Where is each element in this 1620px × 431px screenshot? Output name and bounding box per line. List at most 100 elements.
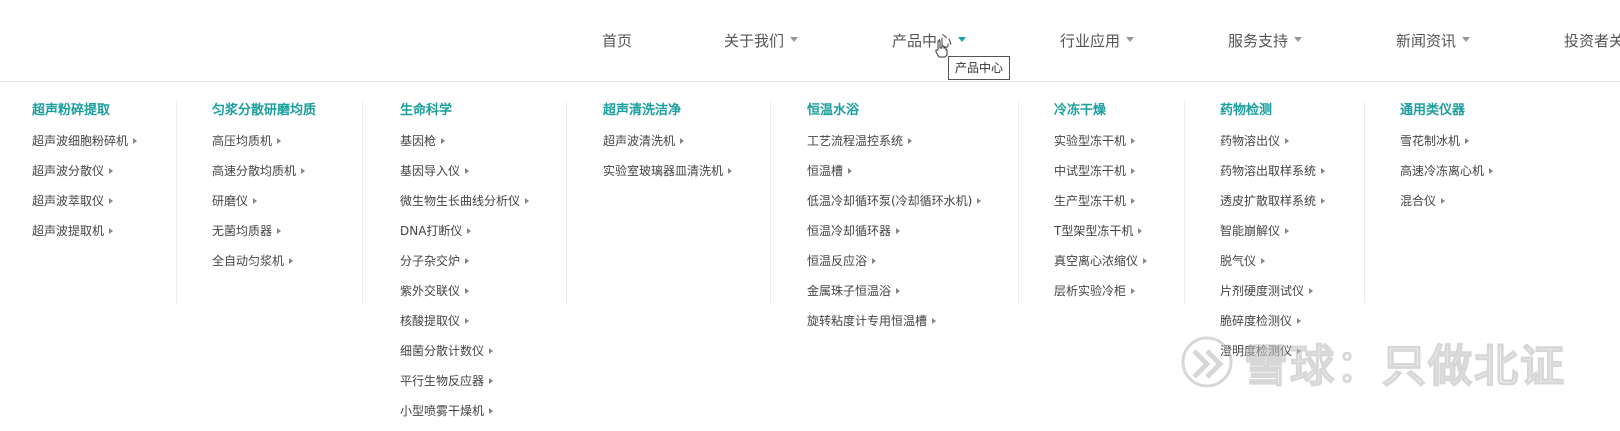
chevron-right-icon — [1321, 197, 1326, 204]
menu-link[interactable]: 恒温冷却循环器 — [807, 221, 1010, 251]
menu-link[interactable]: 基因导入仪 — [400, 161, 562, 191]
menu-column: 药物检测 药物溶出仪 药物溶出取样系统 透皮扩散取样系统 智能崩解仪 脱气仪 片… — [1184, 101, 1360, 371]
menu-link[interactable]: 工艺流程温控系统 — [807, 131, 1010, 161]
menu-link[interactable]: 低温冷却循环泵(冷却循环水机) — [807, 191, 1010, 221]
column-list: 高压均质机 高速分散均质机 研磨仪 无菌均质器 全自动匀浆机 — [212, 131, 356, 281]
menu-link[interactable]: 超声波细胞粉碎机 — [32, 131, 138, 161]
column-title[interactable]: 生命科学 — [400, 101, 562, 121]
column-list: 超声波细胞粉碎机 超声波分散仪 超声波萃取仪 超声波提取机 — [32, 131, 138, 251]
products-mega-menu: 超声粉碎提取 超声波细胞粉碎机 超声波分散仪 超声波萃取仪 超声波提取机 匀浆分… — [0, 83, 1620, 418]
column-title[interactable]: 超声粉碎提取 — [32, 101, 137, 121]
menu-link[interactable]: 恒温槽 — [807, 161, 1010, 191]
menu-link-label: 超声波萃取仪 — [32, 194, 105, 208]
menu-link-label: 超声波细胞粉碎机 — [32, 134, 129, 148]
menu-link-label: 高压均质机 — [212, 134, 273, 148]
nav-item-news[interactable]: 新闻资讯 — [1396, 30, 1471, 51]
nav-item-service[interactable]: 服务支持 — [1228, 30, 1303, 51]
column-title[interactable]: 通用类仪器 — [1400, 101, 1544, 121]
menu-link[interactable]: 超声波清洗机 — [603, 131, 766, 161]
menu-link[interactable]: 旋转粘度计专用恒温槽 — [807, 311, 1010, 341]
nav-item-products[interactable]: 产品中心 — [892, 30, 967, 51]
menu-link[interactable]: 实验型冻干机 — [1054, 131, 1178, 161]
nav-item-about[interactable]: 关于我们 — [724, 30, 799, 51]
chevron-right-icon — [932, 317, 937, 324]
chevron-right-icon — [109, 227, 114, 234]
column-list: 药物溶出仪 药物溶出取样系统 透皮扩散取样系统 智能崩解仪 脱气仪 片剂硬度测试… — [1220, 131, 1360, 371]
column-title[interactable]: 冷冻干燥 — [1054, 101, 1178, 121]
menu-link[interactable]: 高速冷冻离心机 — [1400, 161, 1544, 191]
chevron-down-icon — [958, 37, 967, 42]
menu-link[interactable]: 中试型冻干机 — [1054, 161, 1178, 191]
menu-link[interactable]: 微生物生长曲线分析仪 — [400, 191, 562, 221]
menu-link[interactable]: 透皮扩散取样系统 — [1220, 191, 1360, 221]
menu-link[interactable]: 真空离心浓缩仪 — [1054, 251, 1178, 281]
menu-link[interactable]: 脆碎度检测仪 — [1220, 311, 1360, 341]
menu-link[interactable]: 雪花制冰机 — [1400, 131, 1544, 161]
menu-link[interactable]: 分子杂交炉 — [400, 251, 562, 281]
column-title[interactable]: 超声清洗洁净 — [603, 101, 766, 121]
menu-link[interactable]: 平行生物反应器 — [400, 371, 562, 401]
menu-link[interactable]: 片剂硬度测试仪 — [1220, 281, 1360, 311]
menu-link[interactable]: 全自动匀浆机 — [212, 251, 356, 281]
chevron-right-icon — [525, 197, 530, 204]
chevron-right-icon — [1441, 197, 1446, 204]
column-title[interactable]: 匀浆分散研磨均质 — [212, 101, 356, 121]
menu-link[interactable]: 超声波分散仪 — [32, 161, 137, 191]
menu-link[interactable]: 小型喷雾干燥机 — [400, 401, 562, 431]
menu-link[interactable]: 细菌分散计数仪 — [400, 341, 562, 371]
menu-link[interactable]: DNA打断仪 — [400, 221, 562, 251]
menu-link[interactable]: 高速分散均质机 — [212, 161, 356, 191]
chevron-right-icon — [489, 377, 494, 384]
menu-link-label: 金属珠子恒温浴 — [807, 284, 892, 298]
menu-link-label: 恒温反应浴 — [807, 254, 868, 268]
menu-column: 超声粉碎提取 超声波细胞粉碎机 超声波分散仪 超声波萃取仪 超声波提取机 — [32, 101, 138, 251]
menu-link-label: 药物溶出取样系统 — [1220, 164, 1317, 178]
nav-item-label: 新闻资讯 — [1396, 32, 1457, 50]
menu-link-label: 恒温槽 — [807, 164, 844, 178]
column-list: 超声波清洗机 实验室玻璃器皿清洗机 — [603, 131, 766, 191]
chevron-right-icon — [465, 317, 470, 324]
menu-link[interactable]: 药物溶出仪 — [1220, 131, 1360, 161]
menu-link[interactable]: 无菌均质器 — [212, 221, 356, 251]
chevron-right-icon — [1261, 257, 1266, 264]
column-title[interactable]: 药物检测 — [1220, 101, 1360, 121]
menu-link[interactable]: 澄明度检测仪 — [1220, 341, 1360, 371]
menu-link[interactable]: 超声波提取机 — [32, 221, 137, 251]
menu-link[interactable]: 高压均质机 — [212, 131, 356, 161]
menu-link[interactable]: 生产型冻干机 — [1054, 191, 1178, 221]
chevron-right-icon — [1297, 317, 1302, 324]
menu-link[interactable]: 层析实验冷柜 — [1054, 281, 1178, 311]
menu-link[interactable]: 紫外交联仪 — [400, 281, 562, 311]
menu-link[interactable]: 超声波萃取仪 — [32, 191, 137, 221]
nav-item-industry[interactable]: 行业应用 — [1060, 30, 1135, 51]
chevron-right-icon — [465, 257, 470, 264]
menu-link[interactable]: 金属珠子恒温浴 — [807, 281, 1010, 311]
chevron-right-icon — [465, 287, 470, 294]
menu-link-label: 澄明度检测仪 — [1220, 344, 1293, 358]
menu-link[interactable]: T型架型冻干机 — [1054, 221, 1178, 251]
column-divider — [1364, 101, 1365, 303]
chevron-right-icon — [109, 197, 114, 204]
chevron-right-icon — [277, 137, 282, 144]
nav-item-home[interactable]: 首页 — [602, 30, 632, 51]
chevron-right-icon — [289, 257, 294, 264]
menu-link[interactable]: 恒温反应浴 — [807, 251, 1010, 281]
menu-link[interactable]: 脱气仪 — [1220, 251, 1360, 281]
column-list: 工艺流程温控系统 恒温槽 低温冷却循环泵(冷却循环水机) 恒温冷却循环器 恒温反… — [807, 131, 1010, 341]
menu-link[interactable]: 智能崩解仪 — [1220, 221, 1360, 251]
chevron-right-icon — [1489, 167, 1494, 174]
menu-link[interactable]: 实验室玻璃器皿清洗机 — [603, 161, 766, 191]
column-title[interactable]: 恒温水浴 — [807, 101, 1010, 121]
menu-column: 冷冻干燥 实验型冻干机 中试型冻干机 生产型冻干机 T型架型冻干机 真空离心浓缩… — [1018, 101, 1178, 311]
menu-column: 通用类仪器 雪花制冰机 高速冷冻离心机 混合仪 — [1364, 101, 1544, 303]
chevron-right-icon — [1131, 137, 1136, 144]
menu-link[interactable]: 核酸提取仪 — [400, 311, 562, 341]
menu-link-label: 分子杂交炉 — [400, 254, 461, 268]
menu-link-label: 核酸提取仪 — [400, 314, 461, 328]
menu-link[interactable]: 研磨仪 — [212, 191, 356, 221]
menu-link[interactable]: 混合仪 — [1400, 191, 1544, 221]
column-divider — [566, 101, 567, 303]
menu-link[interactable]: 基因枪 — [400, 131, 562, 161]
menu-link[interactable]: 药物溶出取样系统 — [1220, 161, 1360, 191]
nav-item-investor[interactable]: 投资者关 — [1564, 30, 1620, 51]
